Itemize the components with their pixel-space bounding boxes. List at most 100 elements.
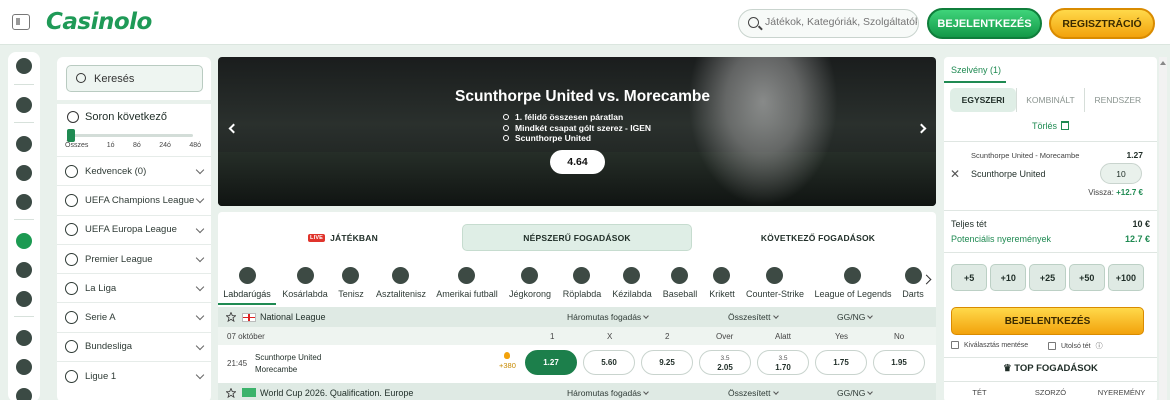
casino-icon[interactable] [16,58,32,74]
virtual-icon[interactable] [16,291,32,307]
sidebar-item-label: Ligue 1 [85,370,117,382]
quick-stake-button[interactable]: +10 [990,264,1027,291]
slip-login-button[interactable]: BEJELENTKEZÉS [951,307,1144,335]
global-search[interactable] [738,9,919,38]
time-filter-slider[interactable] [67,129,193,142]
slider-label[interactable]: Összes [65,142,88,149]
roulette-icon[interactable] [16,136,32,152]
sport-tab[interactable]: Jégkorong [507,262,553,306]
trophy-icon[interactable] [16,359,32,375]
home-icon[interactable] [16,97,32,113]
tab-live[interactable]: LIVE JÁTÉKBAN [288,224,398,251]
sports-icon[interactable] [16,233,32,249]
sport-tab[interactable]: League of Legends [810,262,897,306]
more-markets[interactable]: +380 [499,352,516,370]
slider-label[interactable]: 1ó [107,142,115,149]
odds-button[interactable]: 1.27 [525,350,577,375]
cards-icon[interactable] [16,194,32,210]
tab-upcoming[interactable]: KÖVETKEZŐ FOGADÁSOK [728,224,908,251]
sport-tab[interactable]: Kézilabda [609,262,655,306]
sport-tab[interactable]: Amerikai futball [426,262,508,306]
stake-input[interactable]: 10 [1100,163,1142,184]
chevron-left-icon[interactable] [228,123,239,134]
info-icon[interactable]: ⓘ [1096,341,1103,351]
odds-button[interactable]: 1.75 [815,350,867,375]
market-select[interactable]: Összesített [728,312,779,322]
checkbox[interactable] [951,341,959,349]
featured-bet-banner[interactable]: Scunthorpe United vs. Morecambe 1. félid… [218,57,936,206]
quick-stake-button[interactable]: +50 [1068,264,1105,291]
sport-tab[interactable]: Kosárlabda [280,262,331,306]
sport-tab[interactable]: Röplabda [562,262,603,306]
bet-slip-title[interactable]: Szelvény (1) [951,65,1001,75]
star-icon[interactable] [226,387,236,398]
quick-stake-button[interactable]: +25 [1029,264,1066,291]
sidebar-item-label: La Liga [85,282,117,294]
chevron-down-icon [195,282,205,292]
league-header[interactable]: World Cup 2026. Qualification. Europe Há… [218,383,936,400]
chevron-right-icon[interactable] [916,123,927,134]
quick-stake-button[interactable]: +100 [1107,264,1145,291]
support-icon[interactable] [16,388,32,400]
away-team[interactable]: Morecambe [255,365,297,374]
match-row[interactable]: 21:45 Scunthorpe United Morecambe +380 1… [218,345,936,381]
world-cup-icon [242,388,256,397]
tab-system[interactable]: RENDSZER [1083,88,1151,112]
tab-single[interactable]: EGYSZERI [950,88,1017,112]
last-bet-checkbox[interactable]: Utolsó tét ⓘ [1048,341,1103,351]
sidebar-item-ligue-1[interactable]: Ligue 1 [57,361,211,390]
market-select[interactable]: Háromutas fogadás [567,312,650,322]
sidebar-toggle-icon[interactable] [12,14,30,30]
sport-icon [573,267,591,284]
checkbox[interactable] [1048,342,1056,350]
sidebar-item-europa-league[interactable]: UEFA Europa League [57,214,211,244]
quick-stake-button[interactable]: +5 [951,264,988,291]
clear-slip-button[interactable]: Törlés [944,121,1157,131]
chevron-down-icon [195,341,205,351]
market-select[interactable]: GG/NG [837,312,874,322]
league-header[interactable]: National League Háromutas fogadás Összes… [218,307,936,327]
register-button[interactable]: REGISZTRÁCIÓ [1049,8,1155,39]
slider-label[interactable]: 8ó [133,142,141,149]
sport-tab[interactable]: Asztalitenisz [368,262,434,306]
odds-button[interactable]: 1.95 [873,350,925,375]
star-icon[interactable] [226,312,236,322]
banner-odds-button[interactable]: 4.64 [550,150,605,174]
login-button[interactable]: BEJELENTKEZÉS [927,8,1042,39]
save-selection-checkbox[interactable]: Kiválasztás mentése [951,341,1028,349]
sport-tab[interactable]: Counter-Strike [739,262,810,306]
chip-icon[interactable] [16,165,32,181]
slider-label[interactable]: 48ó [189,142,201,149]
sidebar-item-la-liga[interactable]: La Liga [57,273,211,302]
tab-popular[interactable]: NÉPSZERŰ FOGADÁSOK [462,224,692,251]
sport-tab[interactable]: Tenisz [336,262,367,306]
market-select[interactable]: Összesített [728,388,779,398]
sidebar-item-favourites[interactable]: Kedvencek (0) [57,156,211,185]
remove-selection-icon[interactable]: ✕ [950,167,960,181]
sport-tab[interactable]: Darts [898,262,928,306]
market-select[interactable]: Háromutas fogadás [567,388,650,398]
odds-button[interactable]: 9.25 [641,350,693,375]
live-tv-icon[interactable] [16,262,32,278]
sidebar-item-bundesliga[interactable]: Bundesliga [57,331,211,361]
sidebar-item-serie-a[interactable]: Serie A [57,302,211,331]
odds-button[interactable]: 3.5 2.05 [699,350,751,375]
odds-button[interactable]: 5.60 [583,350,635,375]
scrollbar[interactable] [1159,57,1167,400]
slider-label[interactable]: 24ó [159,142,171,149]
sidebar-item-champions-league[interactable]: UEFA Champions League [57,185,211,214]
sidebar-search[interactable]: Keresés [66,65,203,92]
promotions-icon[interactable] [16,330,32,346]
market-label: Összesített [728,388,771,398]
home-team[interactable]: Scunthorpe United [255,353,321,362]
logo[interactable]: Casinolo [46,9,152,35]
slider-handle[interactable] [67,129,75,142]
sport-tab[interactable]: Baseball [660,262,701,306]
global-search-input[interactable] [765,16,917,28]
sport-tab[interactable]: Labdarúgás [222,262,273,306]
sport-tab[interactable]: Krikett [704,262,740,306]
market-select[interactable]: GG/NG [837,388,874,398]
sidebar-item-premier-league[interactable]: Premier League [57,243,211,273]
odds-button[interactable]: 3.5 1.70 [757,350,809,375]
tab-combo[interactable]: KOMBINÁLT [1016,88,1083,112]
